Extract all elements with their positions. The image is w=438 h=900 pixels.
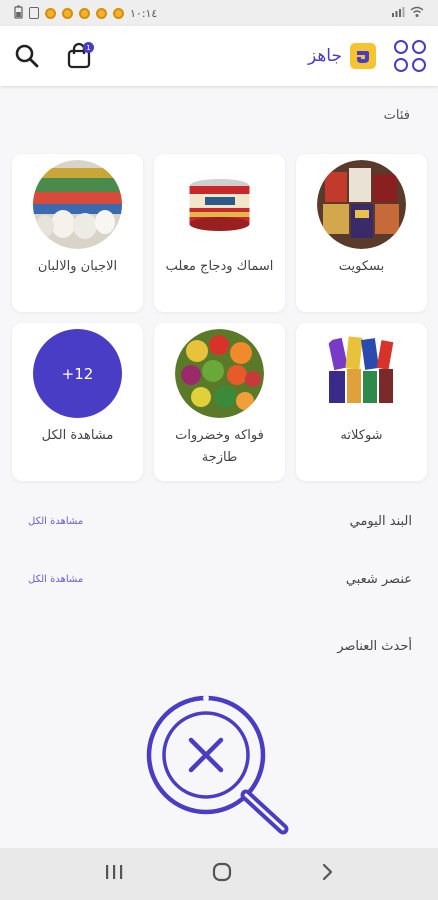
- canned-fish-image: [175, 160, 264, 249]
- more-categories-badge: +12: [33, 329, 122, 418]
- category-card-canned-fish[interactable]: اسماك ودجاج معلب: [154, 154, 285, 312]
- app-bar: 1 جاهز: [0, 26, 438, 86]
- home-icon: [212, 862, 232, 882]
- search-button[interactable]: [12, 41, 42, 71]
- notification-app-icon: [113, 7, 124, 19]
- category-label: اسماك ودجاج معلب: [165, 259, 274, 274]
- recent-apps-button[interactable]: [104, 863, 124, 885]
- daily-item-row: مشاهدة الكل البند اليومي: [28, 514, 412, 529]
- section-title: البند اليومي: [349, 514, 412, 529]
- status-time: ١٠:١٤: [130, 6, 158, 20]
- empty-search-illustration: [146, 693, 296, 847]
- app-bar-brand-area: جاهز: [308, 40, 426, 72]
- category-label: مشاهدة الكل: [41, 428, 114, 443]
- recent-apps-icon: [106, 865, 123, 879]
- no-results-icon: [146, 695, 289, 835]
- status-bar: ١٠:١٤: [0, 0, 438, 26]
- notification-app-icon: [62, 7, 73, 19]
- category-card-view-all[interactable]: +12 مشاهدة الكل: [12, 323, 143, 481]
- chocolate-image: [317, 329, 406, 418]
- latest-items-row: أحدث العناصر: [28, 639, 412, 654]
- popular-item-row: مشاهدة الكل عنصر شعبي: [28, 572, 412, 587]
- brand: جاهز: [308, 43, 376, 69]
- search-icon: [15, 44, 39, 68]
- cart-count-badge: 1: [83, 42, 94, 53]
- brand-name: جاهز: [307, 46, 342, 66]
- status-icons-right: [391, 6, 424, 21]
- fruits-vegetables-image: [175, 329, 264, 418]
- brand-logo: [350, 43, 376, 69]
- category-card-dairy[interactable]: الاجبان والالبان: [12, 154, 143, 312]
- category-card-biscuits[interactable]: بسكويت: [296, 154, 427, 312]
- signal-icon: [391, 6, 405, 21]
- section-title: عنصر شعبي: [345, 572, 412, 587]
- dairy-image: [33, 160, 122, 249]
- status-icons-left: ١٠:١٤: [14, 5, 157, 22]
- category-label: بسكويت: [338, 259, 385, 274]
- category-label: الاجبان والالبان: [37, 259, 118, 274]
- biscuits-image: [317, 160, 406, 249]
- app-bar-actions: 1: [12, 41, 94, 71]
- cart-button[interactable]: 1: [64, 41, 94, 71]
- wifi-icon: [410, 6, 424, 21]
- category-label: فواكه وخضروات طازجة: [175, 428, 264, 465]
- system-nav-bar: [0, 848, 438, 900]
- category-card-chocolate[interactable]: شوكلاته: [296, 323, 427, 481]
- notification-app-icon: [96, 7, 107, 19]
- category-card-fruits-vegetables[interactable]: فواكه وخضروات طازجة: [154, 323, 285, 481]
- back-icon: [322, 863, 333, 881]
- notification-app-icon: [79, 7, 90, 19]
- categories-title: فئات: [383, 108, 410, 123]
- notification-app-icon: [45, 7, 56, 19]
- image-notification-icon: [29, 7, 39, 19]
- menu-grid-icon[interactable]: [394, 40, 426, 72]
- home-button[interactable]: [212, 862, 232, 886]
- view-all-link[interactable]: مشاهدة الكل: [28, 516, 83, 527]
- battery-icon: [14, 5, 23, 22]
- category-label: شوكلاته: [340, 428, 383, 443]
- view-all-link[interactable]: مشاهدة الكل: [28, 574, 83, 585]
- back-button[interactable]: [320, 862, 334, 886]
- section-title: أحدث العناصر: [337, 639, 412, 654]
